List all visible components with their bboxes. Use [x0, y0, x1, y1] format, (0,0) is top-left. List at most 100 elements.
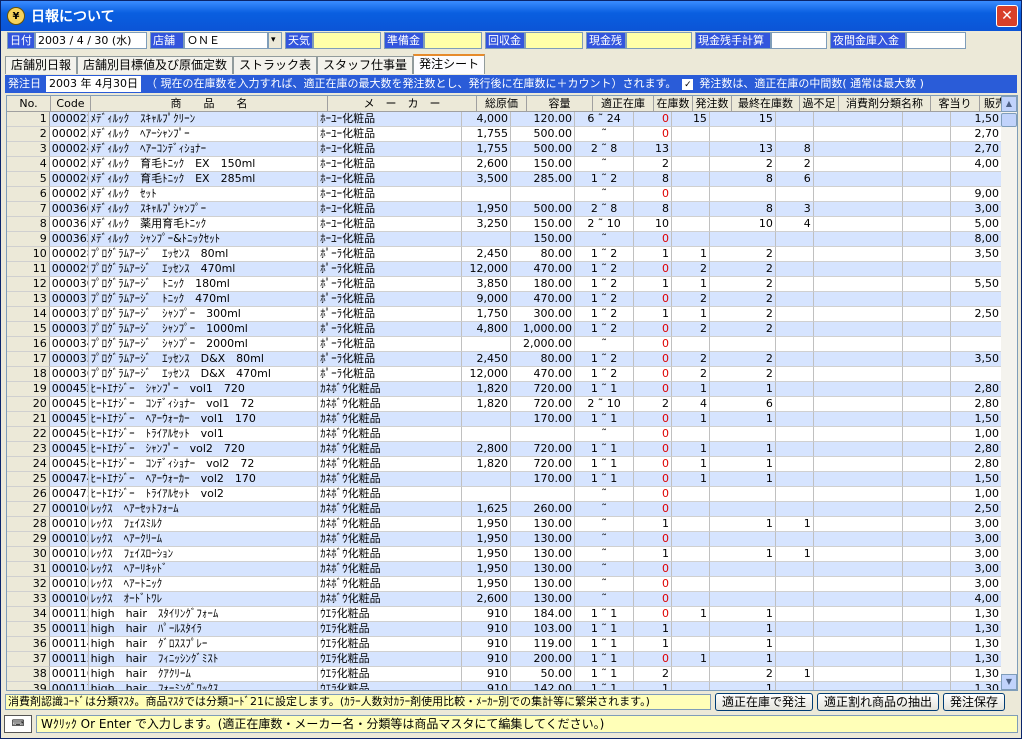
table-cell[interactable]: [672, 667, 710, 682]
table-cell[interactable]: [672, 172, 710, 187]
table-cell[interactable]: [672, 202, 710, 217]
table-cell[interactable]: 0: [634, 472, 673, 487]
info-field[interactable]: [771, 32, 827, 49]
column-header[interactable]: 消費剤分類名称: [839, 96, 931, 112]
table-cell[interactable]: 0: [634, 322, 673, 337]
table-cell[interactable]: 2: [672, 352, 710, 367]
table-cell[interactable]: 1: [634, 277, 673, 292]
table-cell[interactable]: 2: [634, 397, 673, 412]
table-cell[interactable]: [672, 547, 710, 562]
table-row[interactable]: 29000102ﾚｯｸｽ ﾍｱｰｸﾘｰﾑｶﾈﾎﾞｳ化粧品1,950130.00˜…: [7, 532, 1002, 547]
table-cell[interactable]: 0: [634, 652, 673, 667]
table-cell[interactable]: 1: [634, 622, 673, 637]
table-row[interactable]: 3000024ﾒﾃﾞｨﾙｯｸ ﾍｱｰｺﾝﾃﾞｨｼｮﾅｰﾎｰﾕｰ化粧品1,7555…: [7, 142, 1002, 157]
table-cell[interactable]: 1: [672, 277, 710, 292]
table-cell[interactable]: 0: [634, 367, 673, 382]
vertical-scrollbar[interactable]: ▲ ▼: [1001, 96, 1017, 690]
table-cell[interactable]: 2: [672, 262, 710, 277]
table-row[interactable]: 2000023ﾒﾃﾞｨﾙｯｸ ﾍｱｰｼｬﾝﾌﾟｰﾎｰﾕｰ化粧品1,755500.…: [7, 127, 1002, 142]
column-header[interactable]: Code: [51, 96, 91, 112]
table-cell[interactable]: 1: [672, 247, 710, 262]
table-row[interactable]: 22000456ﾋｰﾄｴﾅｼﾞｰ ﾄﾗｲｱﾙｾｯﾄ vol1ｶﾈﾎﾞｳ化粧品 ˜0…: [7, 427, 1002, 442]
table-cell[interactable]: 0: [634, 592, 673, 607]
table-cell[interactable]: [672, 142, 710, 157]
table-cell[interactable]: [672, 682, 710, 690]
store-dropdown-icon[interactable]: ▾: [268, 32, 282, 49]
table-cell[interactable]: 2: [672, 292, 710, 307]
column-header[interactable]: 客当り: [931, 96, 980, 112]
table-cell[interactable]: [672, 427, 710, 442]
info-field[interactable]: [906, 32, 966, 49]
order-by-proper-stock-button[interactable]: 適正在庫で発注: [715, 693, 814, 711]
table-row[interactable]: 32000105ﾚｯｸｽ ﾍｱｰﾄﾆｯｸｶﾈﾎﾞｳ化粧品1,950130.00˜…: [7, 577, 1002, 592]
table-cell[interactable]: 0: [634, 187, 673, 202]
extract-understock-button[interactable]: 適正割れ商品の抽出: [817, 693, 940, 711]
table-row[interactable]: 11000029ﾌﾟﾛｸﾞﾗﾑｱｰｼﾞ ｴｯｾﾝｽ 470mlﾎﾟｰﾗ化粧品12…: [7, 262, 1002, 277]
table-row[interactable]: 23000453ﾋｰﾄｴﾅｼﾞｰ ｼｬﾝﾌﾟｰ vol2 720ｶﾈﾎﾞｳ化粧品…: [7, 442, 1002, 457]
table-cell[interactable]: 0: [634, 577, 673, 592]
table-cell[interactable]: 0: [634, 412, 673, 427]
median-order-checkbox[interactable]: ✓: [682, 78, 694, 90]
column-header[interactable]: 発注数: [693, 96, 732, 112]
column-header[interactable]: メ ー カ ー: [328, 96, 477, 112]
table-cell[interactable]: 4: [672, 397, 710, 412]
table-cell[interactable]: 1: [634, 307, 673, 322]
tab-2[interactable]: ストラック表: [233, 56, 318, 74]
table-row[interactable]: 27000100ﾚｯｸｽ ﾍｱｰｾｯﾄﾌｫｰﾑｶﾈﾎﾞｳ化粧品1,625260.…: [7, 502, 1002, 517]
table-cell[interactable]: 0: [634, 337, 673, 352]
table-cell[interactable]: [672, 232, 710, 247]
column-header[interactable]: 適正在庫: [593, 96, 654, 112]
table-row[interactable]: 19000452ﾋｰﾄｴﾅｼﾞｰ ｼｬﾝﾌﾟｰ vol1 720ｶﾈﾎﾞｳ化粧品…: [7, 382, 1002, 397]
table-cell[interactable]: 0: [634, 562, 673, 577]
table-row[interactable]: 28000101ﾚｯｸｽ ﾌｪｲｽﾐﾙｸｶﾈﾎﾞｳ化粧品1,950130.00˜…: [7, 517, 1002, 532]
save-order-button[interactable]: 発注保存: [943, 693, 1006, 711]
column-header[interactable]: 在庫数: [654, 96, 693, 112]
close-button[interactable]: ✕: [996, 5, 1018, 27]
table-cell[interactable]: 1: [634, 682, 673, 690]
info-field[interactable]: [525, 32, 583, 49]
table-cell[interactable]: 0: [634, 232, 673, 247]
table-cell[interactable]: 0: [634, 382, 673, 397]
table-cell[interactable]: [672, 187, 710, 202]
table-row[interactable]: 37000115high hair ﾌｨﾆｯｼﾝｸﾞﾐｽﾄｳｴﾗ化粧品91020…: [7, 652, 1002, 667]
table-cell[interactable]: 1: [672, 472, 710, 487]
table-row[interactable]: 1000022ﾒﾃﾞｨﾙｯｸ ｽｷｬﾙﾌﾟｸﾘｰﾝﾎｰﾕｰ化粧品4,000120…: [7, 112, 1002, 127]
table-cell[interactable]: 1: [672, 412, 710, 427]
table-row[interactable]: 24000454ﾋｰﾄｴﾅｼﾞｰ ｺﾝﾃﾞｨｼｮﾅｰ vol2 72ｶﾈﾎﾞｳ化…: [7, 457, 1002, 472]
column-header[interactable]: 総原価: [477, 96, 527, 112]
column-header[interactable]: 過不足: [800, 96, 839, 112]
table-cell[interactable]: 1: [672, 457, 710, 472]
table-row[interactable]: 35000113high hair ﾊﾟｰﾙｽﾀｲﾗｳｴﾗ化粧品910103.0…: [7, 622, 1002, 637]
table-row[interactable]: 5000026ﾒﾃﾞｨﾙｯｸ 育毛ﾄﾆｯｸ EX 285mlﾎｰﾕｰ化粧品3,5…: [7, 172, 1002, 187]
scroll-thumb[interactable]: [1001, 113, 1017, 127]
table-row[interactable]: 14000032ﾌﾟﾛｸﾞﾗﾑｱｰｼﾞ ｼｬﾝﾌﾟｰ 300mlﾎﾟｰﾗ化粧品1…: [7, 307, 1002, 322]
tab-1[interactable]: 店舗別目標値及び原価定数: [77, 56, 234, 74]
table-row[interactable]: 39000117high hair ﾌｫｰﾐﾝｸﾞﾜｯｸｽｳｴﾗ化粧品91014…: [7, 682, 1002, 690]
table-cell[interactable]: 8: [634, 202, 673, 217]
table-cell[interactable]: 8: [634, 172, 673, 187]
table-cell[interactable]: 0: [634, 292, 673, 307]
table-row[interactable]: 36000114high hair ｸﾞﾛｽｽﾌﾟﾚｰｳｴﾗ化粧品910119.…: [7, 637, 1002, 652]
table-cell[interactable]: [672, 157, 710, 172]
column-header[interactable]: 容量: [527, 96, 593, 112]
table-cell[interactable]: 0: [634, 502, 673, 517]
table-cell[interactable]: 0: [634, 352, 673, 367]
table-row[interactable]: 13000031ﾌﾟﾛｸﾞﾗﾑｱｰｼﾞ ﾄﾆｯｸ 470mlﾎﾟｰﾗ化粧品9,0…: [7, 292, 1002, 307]
table-cell[interactable]: 1: [634, 547, 673, 562]
table-row[interactable]: 4000025ﾒﾃﾞｨﾙｯｸ 育毛ﾄﾆｯｸ EX 150mlﾎｰﾕｰ化粧品2,6…: [7, 157, 1002, 172]
table-cell[interactable]: 15: [672, 112, 710, 127]
scroll-up-button[interactable]: ▲: [1001, 96, 1017, 112]
table-cell[interactable]: 1: [672, 652, 710, 667]
table-cell[interactable]: [672, 592, 710, 607]
table-row[interactable]: 21000457ﾋｰﾄｴﾅｼﾞｰ ﾍｱｰｳｫｰｶｰ vol1 170ｶﾈﾎﾞｳ化…: [7, 412, 1002, 427]
table-row[interactable]: 7000360ﾒﾃﾞｨﾙｯｸ ｽｷｬﾙﾌﾟｼｬﾝﾌﾟｰﾎｰﾕｰ化粧品1,9505…: [7, 202, 1002, 217]
table-cell[interactable]: 0: [634, 112, 673, 127]
table-cell[interactable]: 1: [672, 307, 710, 322]
table-cell[interactable]: 2: [634, 157, 673, 172]
table-row[interactable]: 16000034ﾌﾟﾛｸﾞﾗﾑｱｰｼﾞ ｼｬﾝﾌﾟｰ 2000mlﾎﾟｰﾗ化粧品…: [7, 337, 1002, 352]
table-cell[interactable]: [672, 637, 710, 652]
table-cell[interactable]: [672, 487, 710, 502]
table-cell[interactable]: 0: [634, 442, 673, 457]
table-row[interactable]: 8000361ﾒﾃﾞｨﾙｯｸ 薬用育毛ﾄﾆｯｸﾎｰﾕｰ化粧品3,250150.0…: [7, 217, 1002, 232]
table-cell[interactable]: [672, 502, 710, 517]
